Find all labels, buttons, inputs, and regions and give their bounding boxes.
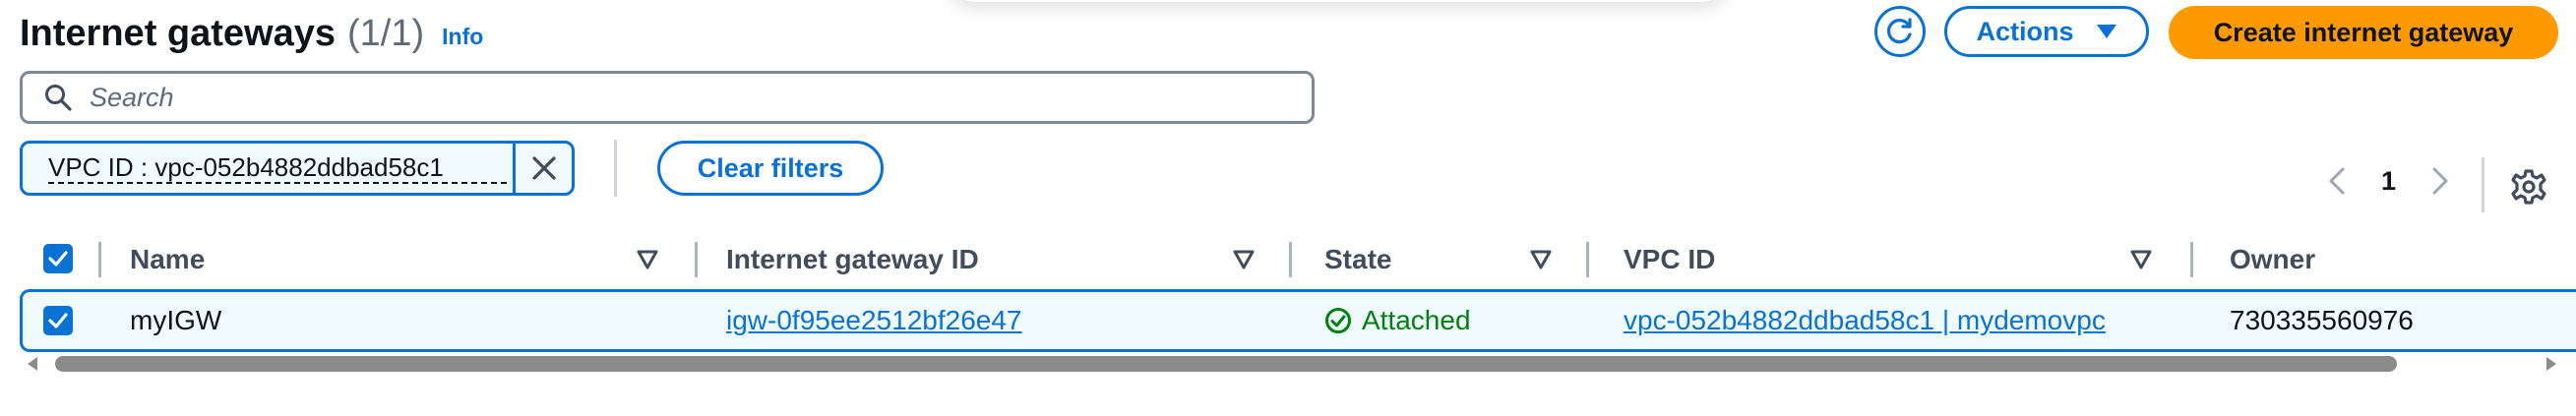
internet-gateways-table: Name Internet gateway ID State VPC ID Ow…	[20, 232, 2576, 352]
column-separator[interactable]	[695, 242, 698, 277]
gear-icon	[2511, 169, 2546, 205]
table-header: Name Internet gateway ID State VPC ID Ow…	[20, 232, 2576, 287]
sort-caret-icon[interactable]	[2129, 248, 2153, 271]
remove-filter-button[interactable]	[513, 144, 572, 193]
preferences-button[interactable]	[2509, 167, 2548, 207]
refresh-icon	[1887, 18, 1912, 44]
current-page-number[interactable]: 1	[2381, 166, 2396, 197]
search-input[interactable]: Search	[20, 71, 1315, 124]
chevron-left-icon	[2329, 167, 2345, 195]
page-title: Internet gateways	[20, 12, 336, 54]
horizontal-scrollbar[interactable]	[26, 352, 2558, 376]
sort-caret-icon[interactable]	[1529, 248, 1553, 271]
column-separator	[98, 242, 101, 277]
scrollbar-thumb[interactable]	[55, 356, 2397, 372]
cell-vpc-id-link[interactable]: vpc-052b4882ddbad58c1 | mydemovpc	[1624, 292, 2106, 349]
cell-name: myIGW	[130, 305, 222, 335]
column-separator[interactable]	[1586, 242, 1589, 277]
next-page-button[interactable]	[2425, 161, 2455, 201]
actions-button[interactable]: Actions	[1944, 6, 2149, 57]
sort-caret-icon[interactable]	[1232, 248, 1256, 271]
chevron-right-icon	[2432, 167, 2448, 195]
sort-caret-icon[interactable]	[636, 248, 659, 271]
filter-divider	[614, 140, 617, 197]
column-header-igw-id[interactable]: Internet gateway ID	[726, 232, 979, 287]
row-checkbox[interactable]	[43, 306, 73, 335]
filter-token[interactable]: VPC ID : vpc-052b4882ddbad58c1	[20, 141, 575, 196]
select-all-checkbox[interactable]	[43, 244, 73, 273]
column-header-name[interactable]: Name	[130, 232, 205, 287]
filter-token-label[interactable]: VPC ID : vpc-052b4882ddbad58c1	[48, 152, 507, 184]
actions-label: Actions	[1976, 16, 2074, 46]
column-header-state[interactable]: State	[1324, 232, 1391, 287]
page-header: Internet gateways (1/1) Info	[20, 10, 483, 57]
info-link[interactable]: Info	[442, 24, 483, 50]
close-icon	[531, 156, 556, 180]
scroll-left-arrow-icon[interactable]	[26, 356, 41, 372]
clear-filters-button[interactable]: Clear filters	[657, 141, 884, 196]
cell-state: Attached	[1324, 292, 1471, 349]
create-internet-gateway-button[interactable]: Create internet gateway	[2169, 6, 2558, 59]
status-success-icon	[1325, 308, 1351, 333]
state-label: Attached	[1362, 305, 1471, 335]
selection-count: (1/1)	[347, 12, 425, 54]
check-icon	[48, 313, 68, 328]
caret-down-icon	[2096, 25, 2116, 38]
column-separator[interactable]	[2190, 242, 2193, 277]
column-header-vpc-id[interactable]: VPC ID	[1624, 232, 1715, 287]
check-icon	[48, 251, 68, 267]
previous-page-button[interactable]	[2322, 161, 2352, 201]
pagination-divider	[2482, 157, 2484, 212]
search-icon	[45, 85, 72, 111]
pagination: 1	[2322, 161, 2455, 201]
table-row[interactable]: myIGW igw-0f95ee2512bf26e47 Attached vpc…	[20, 289, 2576, 352]
scroll-right-arrow-icon[interactable]	[2543, 356, 2558, 372]
cell-owner: 730335560976	[2230, 305, 2414, 335]
floating-panel-shadow	[945, 0, 1732, 2]
refresh-button[interactable]	[1874, 6, 1926, 57]
column-separator[interactable]	[1289, 242, 1292, 277]
cell-igw-id-link[interactable]: igw-0f95ee2512bf26e47	[726, 292, 1021, 349]
column-header-owner[interactable]: Owner	[2230, 232, 2315, 287]
search-placeholder: Search	[90, 82, 174, 112]
